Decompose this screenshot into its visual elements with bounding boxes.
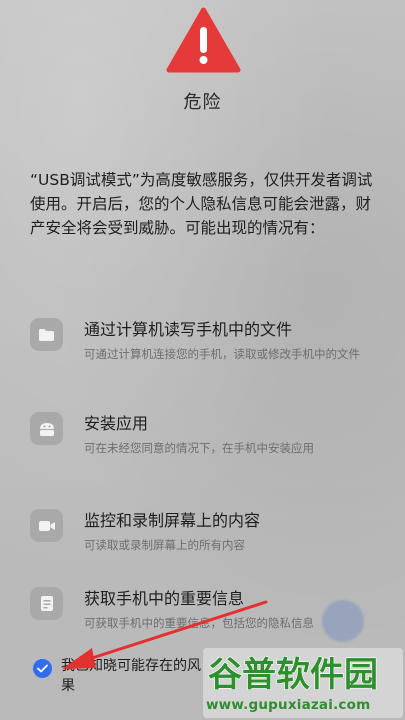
agree-text-line1: 我已知晓可能存在的风 — [61, 658, 201, 674]
watermark-logo: 谷普软件园 — [207, 654, 378, 694]
svg-text:谷普软件园: 谷普软件园 — [208, 655, 378, 694]
risk-title: 监控和录制屏幕上的内容 — [84, 511, 261, 530]
watermark-url: www.gupuxiazai.com — [206, 697, 371, 713]
folder-icon — [30, 318, 63, 351]
risk-subtitle: 可在未经您同意的情况下，在手机中安装应用 — [84, 441, 314, 455]
agree-checkbox[interactable] — [33, 659, 52, 678]
risk-title: 通过计算机读写手机中的文件 — [84, 320, 293, 339]
risk-subtitle: 可读取或录制屏幕上的所有内容 — [84, 538, 245, 552]
warning-icon — [166, 7, 241, 73]
agree-label[interactable]: 我已知晓可能存在的风 果 — [61, 656, 211, 696]
android-icon — [30, 412, 63, 445]
dialog-description: “USB调试模式”为高度敏感服务，仅供开发者调试使用。开启后，您的个人隐私信息可… — [30, 171, 373, 237]
risk-title: 安装应用 — [84, 414, 149, 433]
risk-subtitle: 可通过计算机连接您的手机，读取或修改手机中的文件 — [84, 347, 360, 361]
dialog-title: 危险 — [183, 92, 222, 113]
video-camera-icon — [30, 509, 63, 542]
document-icon — [30, 587, 63, 620]
agree-text-line2: 果 — [61, 678, 75, 694]
floating-button[interactable] — [322, 600, 364, 642]
